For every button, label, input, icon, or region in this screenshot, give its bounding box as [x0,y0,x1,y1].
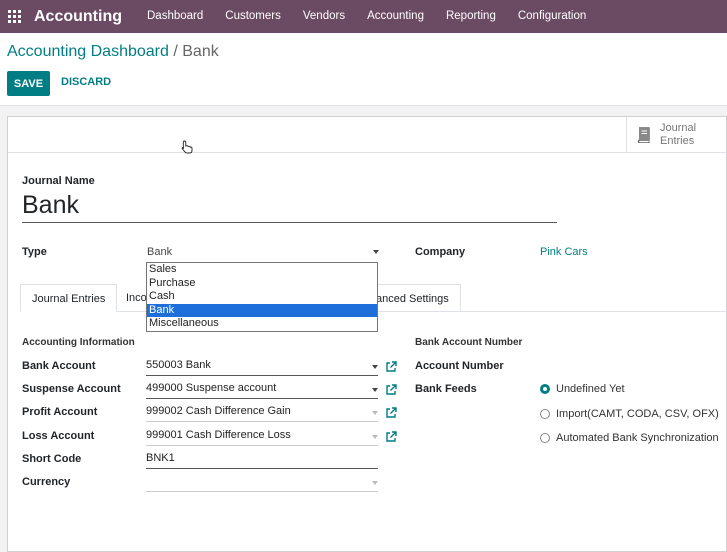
menu-dashboard[interactable]: Dashboard [136,0,214,33]
profit-account-select[interactable]: 999002 Cash Difference Gain [146,405,378,422]
radio-unchecked-icon [540,409,550,419]
type-select-value: Bank [147,246,173,258]
bank-feed-option-undefined[interactable]: Undefined Yet [540,383,625,395]
breadcrumb-separator: / [173,43,178,60]
tab-journal-entries[interactable]: Journal Entries [20,284,118,312]
apps-grid-icon[interactable] [8,10,21,23]
suspense-account-label: Suspense Account [22,383,121,395]
journal-entries-button[interactable]: Journal Entries [626,117,727,153]
book-icon [637,127,650,143]
loss-account-value: 999001 Cash Difference Loss [146,429,291,441]
bank-account-select[interactable]: 550003 Bank [146,359,378,376]
app-name[interactable]: Accounting [34,8,122,26]
company-link[interactable]: Pink Cars [540,246,588,258]
top-navbar: Accounting Dashboard Customers Vendors A… [0,0,727,33]
bank-feed-option-label: Import(CAMT, CODA, CSV, OFX) [556,408,719,420]
journal-name-input[interactable]: Bank [22,191,557,223]
suspense-account-select[interactable]: 499000 Suspense account [146,382,378,399]
type-option-cash[interactable]: Cash [147,290,377,304]
journal-entries-line2: Entries [660,135,695,147]
tab-advanced-settings[interactable]: anced Settings [364,284,461,312]
type-option-miscellaneous[interactable]: Miscellaneous [147,317,377,331]
menu-configuration[interactable]: Configuration [507,0,597,33]
type-select[interactable]: Bank [147,246,379,262]
external-link-icon[interactable] [385,384,397,396]
type-option-sales[interactable]: Sales [147,263,377,277]
save-button[interactable]: SAVE [7,71,50,96]
external-link-icon[interactable] [385,407,397,419]
radio-unchecked-icon [540,433,550,443]
button-box: Journal Entries [8,117,727,153]
account-number-label: Account Number [415,360,504,372]
chevron-down-icon [372,411,378,415]
currency-label: Currency [22,476,71,488]
journal-name-label: Journal Name [22,175,95,187]
radio-checked-icon [540,384,550,394]
external-link-icon[interactable] [385,361,397,373]
menu-vendors[interactable]: Vendors [292,0,356,33]
control-panel: Accounting Dashboard / Bank SAVE DISCARD [0,33,727,106]
type-option-purchase[interactable]: Purchase [147,277,377,291]
currency-select[interactable] [146,475,378,492]
loss-account-select[interactable]: 999001 Cash Difference Loss [146,429,378,446]
breadcrumb: Accounting Dashboard / Bank [7,43,219,61]
type-dropdown-list: Sales Purchase Cash Bank Miscellaneous [146,262,378,332]
menu-customers[interactable]: Customers [214,0,292,33]
type-option-bank[interactable]: Bank [147,303,377,317]
short-code-input[interactable]: BNK1 [146,452,378,469]
chevron-down-icon [372,481,378,485]
chevron-down-icon [372,388,378,392]
profit-account-value: 999002 Cash Difference Gain [146,405,291,417]
chevron-down-icon [372,365,378,369]
external-link-icon[interactable] [385,431,397,443]
short-code-label: Short Code [22,453,82,465]
bank-feed-option-label: Undefined Yet [556,383,625,395]
breadcrumb-parent-link[interactable]: Accounting Dashboard [7,43,169,60]
menu-reporting[interactable]: Reporting [435,0,507,33]
pointer-cursor-icon [181,140,193,154]
bank-account-value: 550003 Bank [146,359,211,371]
bank-feed-option-automated[interactable]: Automated Bank Synchronization [540,432,719,444]
bank-feed-option-label: Automated Bank Synchronization [556,432,719,444]
accounting-info-title: Accounting Information [22,337,135,348]
bank-feed-option-import[interactable]: Import(CAMT, CODA, CSV, OFX) [540,408,719,420]
menu-accounting[interactable]: Accounting [356,0,435,33]
type-label: Type [22,246,47,258]
loss-account-label: Loss Account [22,430,95,442]
journal-entries-line1: Journal [660,122,697,134]
chevron-down-icon [373,250,379,254]
bank-feeds-label: Bank Feeds [415,383,477,395]
form-sheet: Journal Entries Journal Name Bank Type B… [7,116,727,552]
company-label: Company [415,246,466,258]
chevron-down-icon [372,435,378,439]
suspense-account-value: 499000 Suspense account [146,382,277,394]
discard-button[interactable]: DISCARD [61,76,111,88]
bank-account-label: Bank Account [22,360,96,372]
journal-entries-label: Journal Entries [660,122,696,148]
profit-account-label: Profit Account [22,406,98,418]
bank-account-number-title: Bank Account Number [415,337,523,348]
breadcrumb-current: Bank [182,43,219,60]
